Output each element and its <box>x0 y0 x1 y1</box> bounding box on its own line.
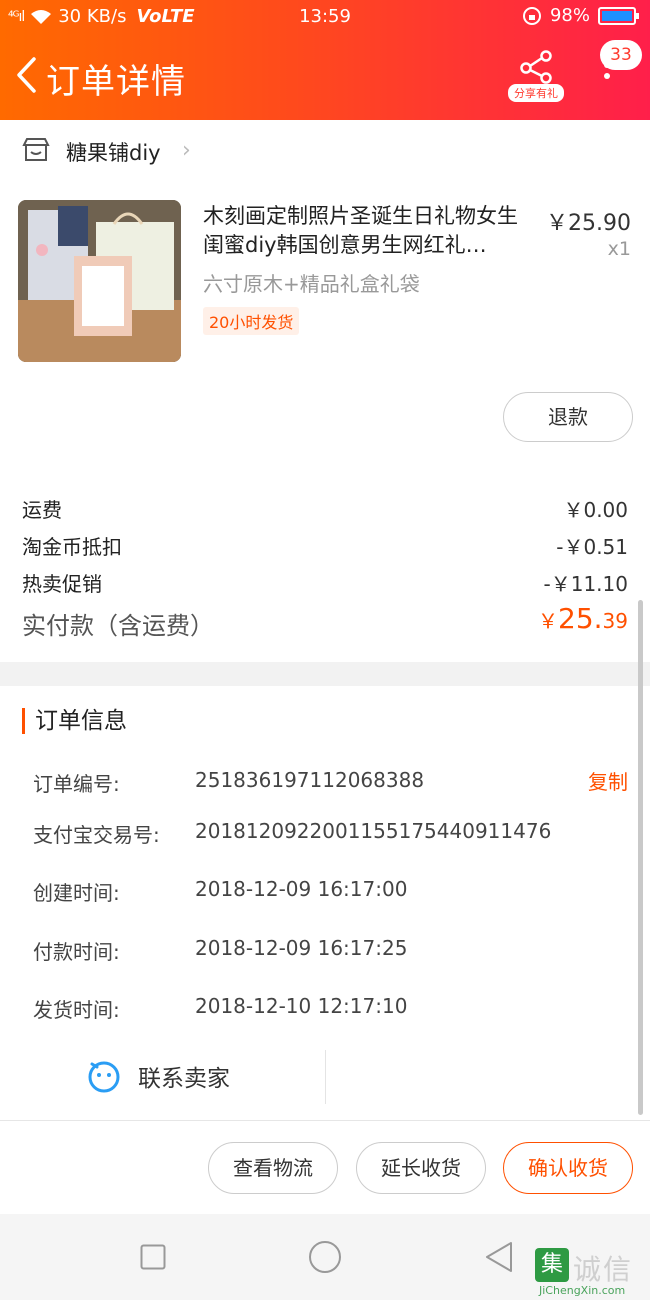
chevron-right-icon: › <box>182 138 191 163</box>
shipping-tag: 20小时发货 <box>203 307 300 335</box>
paid-time-label: 付款时间: <box>33 940 120 964</box>
view-logistics-button[interactable]: 查看物流 <box>208 1142 338 1194</box>
alipay-number-label: 支付宝交易号: <box>33 823 160 847</box>
battery-percent: 98% <box>549 5 590 26</box>
total-paid-row: 实付款（含运费） ￥25.39 <box>22 602 628 641</box>
product-sku: 六寸原木+精品礼盒礼袋 <box>203 272 420 296</box>
paid-time-value: 2018-12-09 16:17:25 <box>195 936 408 960</box>
alipay-number-value: 2018120922001155175440911476 <box>195 819 552 843</box>
order-number-label: 订单编号: <box>33 772 120 796</box>
total-integer: 25. <box>558 602 603 635</box>
status-bar: ⁴ᴳıl 30 KB/s VoLTE 13:59 98% <box>0 0 650 34</box>
share-button[interactable]: 分享有礼 <box>508 50 564 104</box>
total-decimal: 39 <box>602 609 628 633</box>
watermark-text: 诚信 <box>573 1253 634 1286</box>
order-number-value: 251836197112068388 <box>195 768 425 792</box>
extend-receipt-button[interactable]: 延长收货 <box>356 1142 486 1194</box>
shipped-time-value: 2018-12-10 12:17:10 <box>195 994 408 1018</box>
back-arrow-icon[interactable] <box>14 56 40 94</box>
site-watermark: 集 诚信 JiChengXin.com <box>535 1248 647 1298</box>
product-quantity: x1 <box>607 238 631 260</box>
shop-name[interactable]: 糖果铺diy <box>66 137 161 167</box>
total-currency: ￥ <box>538 609 559 633</box>
shipping-fee-row: 运费 ￥0.00 <box>22 494 628 523</box>
store-icon <box>22 138 50 161</box>
watermark-url: JiChengXin.com <box>539 1284 626 1297</box>
status-right: 98% <box>522 5 639 26</box>
product-price: ￥25.90 <box>546 211 631 236</box>
shipping-fee-value: ￥0.00 <box>563 498 628 522</box>
shipping-fee-label: 运费 <box>22 498 62 522</box>
coin-deduction-row: 淘金币抵扣 -￥0.51 <box>22 531 628 560</box>
total-paid-label: 实付款（含运费） <box>22 612 214 640</box>
copy-button[interactable]: 复制 <box>588 766 628 795</box>
rotation-lock-icon <box>522 6 541 25</box>
coin-deduction-value: -￥0.51 <box>556 535 628 559</box>
watermark-logo-icon: 集 <box>535 1248 569 1282</box>
contact-seller-button[interactable]: 联系卖家 <box>86 1058 230 1094</box>
shipped-time-label: 发货时间: <box>33 998 120 1022</box>
shop-row[interactable]: 糖果铺diy › <box>0 120 650 180</box>
more-menu-icon[interactable] <box>598 62 616 96</box>
home-icon[interactable] <box>308 1240 342 1274</box>
recent-apps-icon[interactable] <box>140 1244 166 1270</box>
app-header: ⁴ᴳıl 30 KB/s VoLTE 13:59 98% 订单详情 分享有礼 3… <box>0 0 650 120</box>
product-title[interactable]: 木刻画定制照片圣诞生日礼物女生闺蜜diy韩国创意男生网红礼… <box>203 202 533 260</box>
share-icon <box>520 50 552 84</box>
contact-seller-label: 联系卖家 <box>138 1066 230 1092</box>
created-time-value: 2018-12-09 16:17:00 <box>195 877 408 901</box>
promotion-label: 热卖促销 <box>22 572 102 596</box>
coin-deduction-label: 淘金币抵扣 <box>22 535 122 559</box>
refund-button[interactable]: 退款 <box>503 392 633 442</box>
total-paid-value: ￥25.39 <box>538 602 628 635</box>
share-label: 分享有礼 <box>508 84 564 102</box>
contact-divider <box>325 1050 326 1104</box>
back-nav-icon[interactable] <box>484 1241 514 1273</box>
order-info-title: 订单信息 <box>22 708 127 734</box>
product-photo <box>18 200 181 362</box>
scrollbar[interactable] <box>638 600 643 1115</box>
promotion-value: -￥11.10 <box>543 572 628 596</box>
page-title: 订单详情 <box>46 62 186 102</box>
confirm-receipt-button[interactable]: 确认收货 <box>503 1142 633 1194</box>
section-divider <box>0 662 650 686</box>
battery-icon <box>598 6 639 25</box>
created-time-label: 创建时间: <box>33 881 120 905</box>
chat-face-icon <box>88 1061 120 1093</box>
promotion-row: 热卖促销 -￥11.10 <box>22 568 628 597</box>
product-image[interactable] <box>18 200 181 362</box>
bottom-action-bar: 查看物流 延长收货 确认收货 <box>0 1120 650 1214</box>
